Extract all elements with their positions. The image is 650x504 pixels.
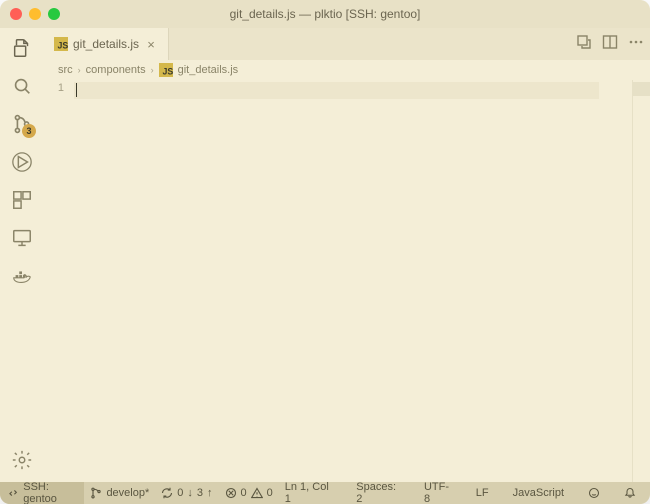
editor-group: JS git_details.js × src › components › J…	[44, 28, 650, 482]
app-body: 3 JS git_details.js ×	[0, 28, 650, 482]
maximize-window-button[interactable]	[48, 8, 60, 20]
chevron-right-icon: ›	[78, 65, 81, 75]
svg-text:JS: JS	[58, 41, 69, 51]
titlebar: git_details.js — plktio [SSH: gentoo]	[0, 0, 650, 28]
remote-host-status[interactable]: SSH: gentoo	[0, 482, 84, 504]
docker-icon[interactable]	[10, 264, 34, 288]
window-title: git_details.js — plktio [SSH: gentoo]	[0, 7, 650, 21]
feedback-icon[interactable]	[582, 482, 606, 504]
minimap[interactable]	[632, 80, 650, 482]
breadcrumb-part[interactable]: src	[58, 64, 73, 76]
sync-status[interactable]: 0↓ 3↑	[155, 482, 218, 504]
source-control-icon[interactable]: 3	[10, 112, 34, 136]
minimap-slider[interactable]	[633, 82, 650, 96]
problems-status[interactable]: 0 0	[219, 482, 279, 504]
indentation-status[interactable]: Spaces: 2	[350, 482, 406, 504]
text-cursor	[76, 83, 77, 97]
minimize-window-button[interactable]	[29, 8, 41, 20]
tab-label: git_details.js	[73, 37, 139, 51]
editor-actions	[576, 28, 644, 60]
line-gutter: 1	[44, 80, 74, 482]
code-content[interactable]	[74, 80, 632, 482]
breadcrumb-part[interactable]: components	[86, 64, 146, 76]
javascript-file-icon: JS	[54, 37, 68, 52]
extensions-icon[interactable]	[10, 188, 34, 212]
explorer-icon[interactable]	[10, 36, 34, 60]
more-actions-icon[interactable]	[628, 34, 644, 55]
git-branch-status[interactable]: develop*	[84, 482, 155, 504]
editor-area[interactable]: 1	[44, 80, 650, 482]
remote-explorer-icon[interactable]	[10, 226, 34, 250]
breadcrumb-part[interactable]: git_details.js	[178, 64, 239, 76]
compare-changes-icon[interactable]	[576, 34, 592, 55]
language-mode-status[interactable]: JavaScript	[507, 482, 570, 504]
close-tab-icon[interactable]: ×	[144, 37, 158, 51]
close-window-button[interactable]	[10, 8, 22, 20]
traffic-lights	[10, 8, 60, 20]
settings-gear-icon[interactable]	[10, 448, 34, 472]
svg-text:JS: JS	[162, 66, 173, 76]
activity-bar: 3	[0, 28, 44, 482]
search-icon[interactable]	[10, 74, 34, 98]
split-editor-icon[interactable]	[602, 34, 618, 55]
breadcrumb[interactable]: src › components › JS git_details.js	[44, 60, 650, 80]
tab-git-details[interactable]: JS git_details.js ×	[44, 28, 169, 60]
status-bar: SSH: gentoo develop* 0↓ 3↑ 0 0 Ln 1, Col…	[0, 482, 650, 504]
run-debug-icon[interactable]	[10, 150, 34, 174]
eol-status[interactable]: LF	[470, 482, 495, 504]
tab-bar: JS git_details.js ×	[44, 28, 650, 60]
encoding-status[interactable]: UTF-8	[418, 482, 458, 504]
app-window: git_details.js — plktio [SSH: gentoo] 3 …	[0, 0, 650, 504]
javascript-file-icon: JS	[159, 63, 173, 77]
cursor-position-status[interactable]: Ln 1, Col 1	[279, 482, 339, 504]
notifications-bell-icon[interactable]	[618, 482, 642, 504]
scm-badge: 3	[22, 124, 36, 138]
line-number: 1	[44, 82, 64, 94]
current-line-highlight	[74, 82, 599, 99]
chevron-right-icon: ›	[151, 65, 154, 75]
